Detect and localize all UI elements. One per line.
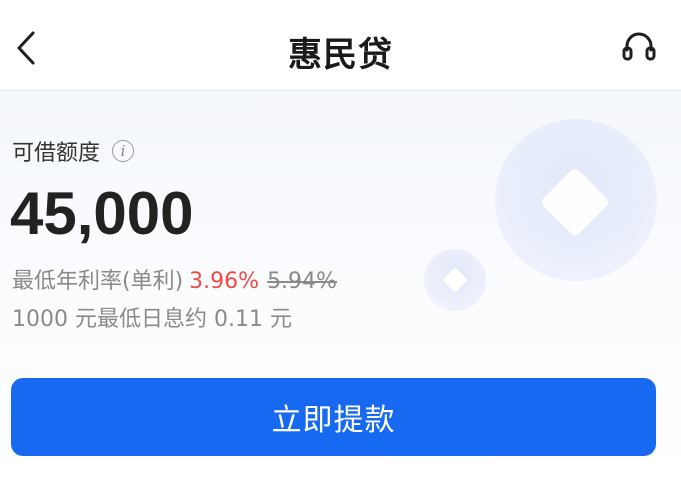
loan-card: 可借额度 i 45,000 最低年利率(单利) 3.96% 5.94% 1000 元… (0, 91, 681, 477)
headset-icon (622, 32, 656, 61)
limit-label-row: 可借额度 i (12, 135, 135, 167)
rate-current: 3.96% (189, 269, 260, 294)
rate-line: 最低年利率(单利) 3.96% 5.94% (12, 263, 337, 295)
limit-label: 可借额度 (12, 141, 101, 166)
nav-bar: 惠民贷 (0, 0, 681, 91)
credit-amount: 45,000 (10, 180, 194, 247)
info-icon[interactable]: i (112, 140, 135, 162)
page-title: 惠民贷 (288, 35, 393, 75)
rate-label: 最低年利率(单利) (12, 269, 184, 294)
withdraw-button[interactable]: 立即提款 (11, 378, 656, 456)
loan-screen: 惠民贷 可借额度 i 45,000 最低年利率(单利) 3.96% 5.94% 10… (0, 0, 681, 477)
daily-interest: 1000 元最低日息约 0.11 元 (12, 307, 292, 332)
rate-original: 5.94% (267, 269, 337, 294)
customer-service-button[interactable] (619, 28, 659, 68)
